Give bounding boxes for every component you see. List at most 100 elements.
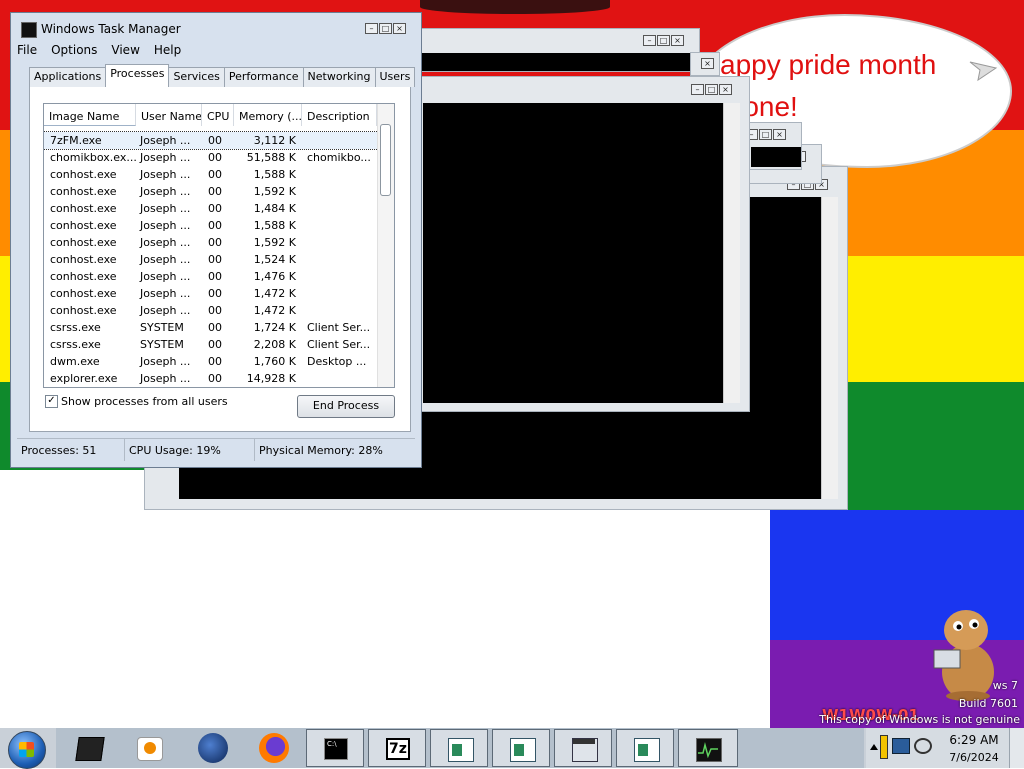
taskbar-window-3[interactable]	[616, 729, 674, 767]
clock-date[interactable]: 7/6/2024	[944, 751, 1004, 764]
tab-services[interactable]: Services	[168, 67, 225, 87]
tab-processes[interactable]: Processes	[105, 64, 170, 87]
maximize-button[interactable]: □	[705, 84, 718, 95]
table-row[interactable]: conhost.exe Joseph ... 00 1,588 K	[44, 166, 378, 183]
table-row[interactable]: chomikbox.ex... Joseph ... 00 51,588 K chomi…	[44, 149, 378, 166]
window-controls: – □ ×	[365, 23, 406, 34]
column-image-name[interactable]: Image Name	[44, 104, 136, 126]
table-row[interactable]: conhost.exe Joseph ... 00 1,472 K	[44, 285, 378, 302]
column-description[interactable]: Description	[302, 104, 377, 126]
taskbar-media-player[interactable]	[120, 729, 178, 767]
cell-memory: 1,724 K	[253, 321, 296, 334]
maximize-button[interactable]: □	[657, 35, 670, 46]
console-window-main[interactable]: – □ ×	[406, 76, 750, 412]
minimize-button[interactable]: –	[691, 84, 704, 95]
status-cpu-usage: CPU Usage: 19%	[125, 439, 255, 461]
cell-memory: 1,472 K	[253, 287, 296, 300]
checkbox-box[interactable]: ✓	[45, 395, 58, 408]
maximize-button[interactable]: □	[759, 129, 772, 140]
volume-icon[interactable]	[914, 738, 932, 754]
console-area[interactable]	[751, 147, 801, 167]
cell-user-name: Joseph ...	[140, 185, 191, 198]
taskbar-globe[interactable]	[184, 729, 242, 767]
menu-options[interactable]: Options	[51, 43, 97, 61]
cell-user-name: Joseph ...	[140, 151, 191, 164]
cell-user-name: Joseph ...	[140, 134, 191, 147]
cell-cpu: 00	[208, 219, 222, 232]
table-row[interactable]: 7zFM.exe Joseph ... 00 3,112 K	[44, 131, 379, 150]
tab-performance[interactable]: Performance	[223, 67, 304, 87]
table-row[interactable]: conhost.exe Joseph ... 00 1,472 K	[44, 302, 378, 319]
cell-memory: 1,524 K	[253, 253, 296, 266]
console-area[interactable]	[421, 53, 691, 71]
cell-image-name: explorer.exe	[50, 372, 118, 385]
cell-memory: 1,592 K	[253, 185, 296, 198]
cell-description: Client Ser...	[307, 321, 371, 334]
table-row[interactable]: conhost.exe Joseph ... 00 1,484 K	[44, 200, 378, 217]
cell-cpu: 00	[208, 168, 222, 181]
network-icon[interactable]	[892, 738, 910, 754]
tab-strip: Applications Processes Services Performa…	[29, 64, 416, 87]
table-row[interactable]: conhost.exe Joseph ... 00 1,476 K	[44, 268, 378, 285]
table-row[interactable]: dwm.exe Joseph ... 00 1,760 K Desktop ...	[44, 353, 378, 370]
task-manager-icon	[75, 737, 105, 761]
table-row[interactable]: explorer.exe Joseph ... 00 14,928 K	[44, 370, 378, 387]
taskbar-window-1[interactable]	[430, 729, 488, 767]
close-button[interactable]: ×	[671, 35, 684, 46]
cell-memory: 1,760 K	[253, 355, 296, 368]
cell-description: Desktop ...	[307, 355, 367, 368]
column-memory[interactable]: Memory (...	[234, 104, 302, 126]
show-all-processes-checkbox[interactable]: ✓ Show processes from all users	[45, 395, 228, 408]
table-row[interactable]: conhost.exe Joseph ... 00 1,592 K	[44, 234, 378, 251]
show-hidden-icons-arrow-icon[interactable]	[870, 744, 878, 750]
cell-user-name: Joseph ...	[140, 219, 191, 232]
close-button[interactable]: ×	[393, 23, 406, 34]
console-window-0[interactable]: ×	[690, 52, 720, 76]
table-row[interactable]: csrss.exe SYSTEM 00 2,208 K Client Ser...	[44, 336, 378, 353]
list-scrollbar-thumb[interactable]	[380, 124, 391, 196]
taskbar-cmd[interactable]: C:\	[306, 729, 364, 767]
scrollbar[interactable]	[723, 103, 740, 403]
cell-image-name: dwm.exe	[50, 355, 100, 368]
table-row[interactable]: csrss.exe SYSTEM 00 1,724 K Client Ser...	[44, 319, 378, 336]
menu-help[interactable]: Help	[154, 43, 181, 61]
taskbar-window-2[interactable]	[492, 729, 550, 767]
menu-file[interactable]: File	[17, 43, 37, 61]
close-button[interactable]: ×	[701, 58, 714, 69]
taskbar-explorer[interactable]	[554, 729, 612, 767]
task-manager-window[interactable]: Windows Task Manager – □ × File Options …	[10, 12, 422, 468]
media-player-icon	[137, 737, 163, 761]
taskbar-task-manager[interactable]	[60, 729, 118, 767]
taskbar-7zip[interactable]: 7z	[368, 729, 426, 767]
clock-time[interactable]: 6:29 AM	[944, 733, 1004, 747]
cell-cpu: 00	[208, 355, 222, 368]
column-user-name[interactable]: User Name	[136, 104, 202, 126]
tab-users[interactable]: Users	[374, 67, 416, 87]
close-button[interactable]: ×	[773, 129, 786, 140]
cell-cpu: 00	[208, 372, 222, 385]
task-manager-icon	[21, 22, 37, 38]
maximize-button[interactable]: □	[379, 23, 392, 34]
console-window-1[interactable]: – □ ×	[400, 28, 700, 72]
cell-image-name: conhost.exe	[50, 185, 117, 198]
tray-flag-icon[interactable]	[880, 735, 888, 759]
minimize-button[interactable]: –	[643, 35, 656, 46]
minimize-button[interactable]: –	[365, 23, 378, 34]
taskbar-resource-monitor[interactable]	[678, 729, 738, 767]
show-desktop-button[interactable]	[1009, 728, 1024, 768]
scrollbar[interactable]	[821, 197, 838, 499]
menu-view[interactable]: View	[111, 43, 139, 61]
tab-applications[interactable]: Applications	[29, 67, 107, 87]
process-list[interactable]: Image Name User Name CPU Memory (... Des…	[43, 103, 395, 388]
tab-networking[interactable]: Networking	[302, 67, 376, 87]
console-area[interactable]	[423, 103, 723, 403]
column-cpu[interactable]: CPU	[202, 104, 234, 126]
table-row[interactable]: conhost.exe Joseph ... 00 1,524 K	[44, 251, 378, 268]
end-process-button[interactable]: End Process	[297, 395, 395, 418]
table-row[interactable]: conhost.exe Joseph ... 00 1,592 K	[44, 183, 378, 200]
table-row[interactable]: conhost.exe Joseph ... 00 1,588 K	[44, 217, 378, 234]
cell-image-name: csrss.exe	[50, 338, 101, 351]
explorer-window-icon	[572, 738, 598, 762]
taskbar-firefox[interactable]	[244, 729, 302, 767]
close-button[interactable]: ×	[719, 84, 732, 95]
